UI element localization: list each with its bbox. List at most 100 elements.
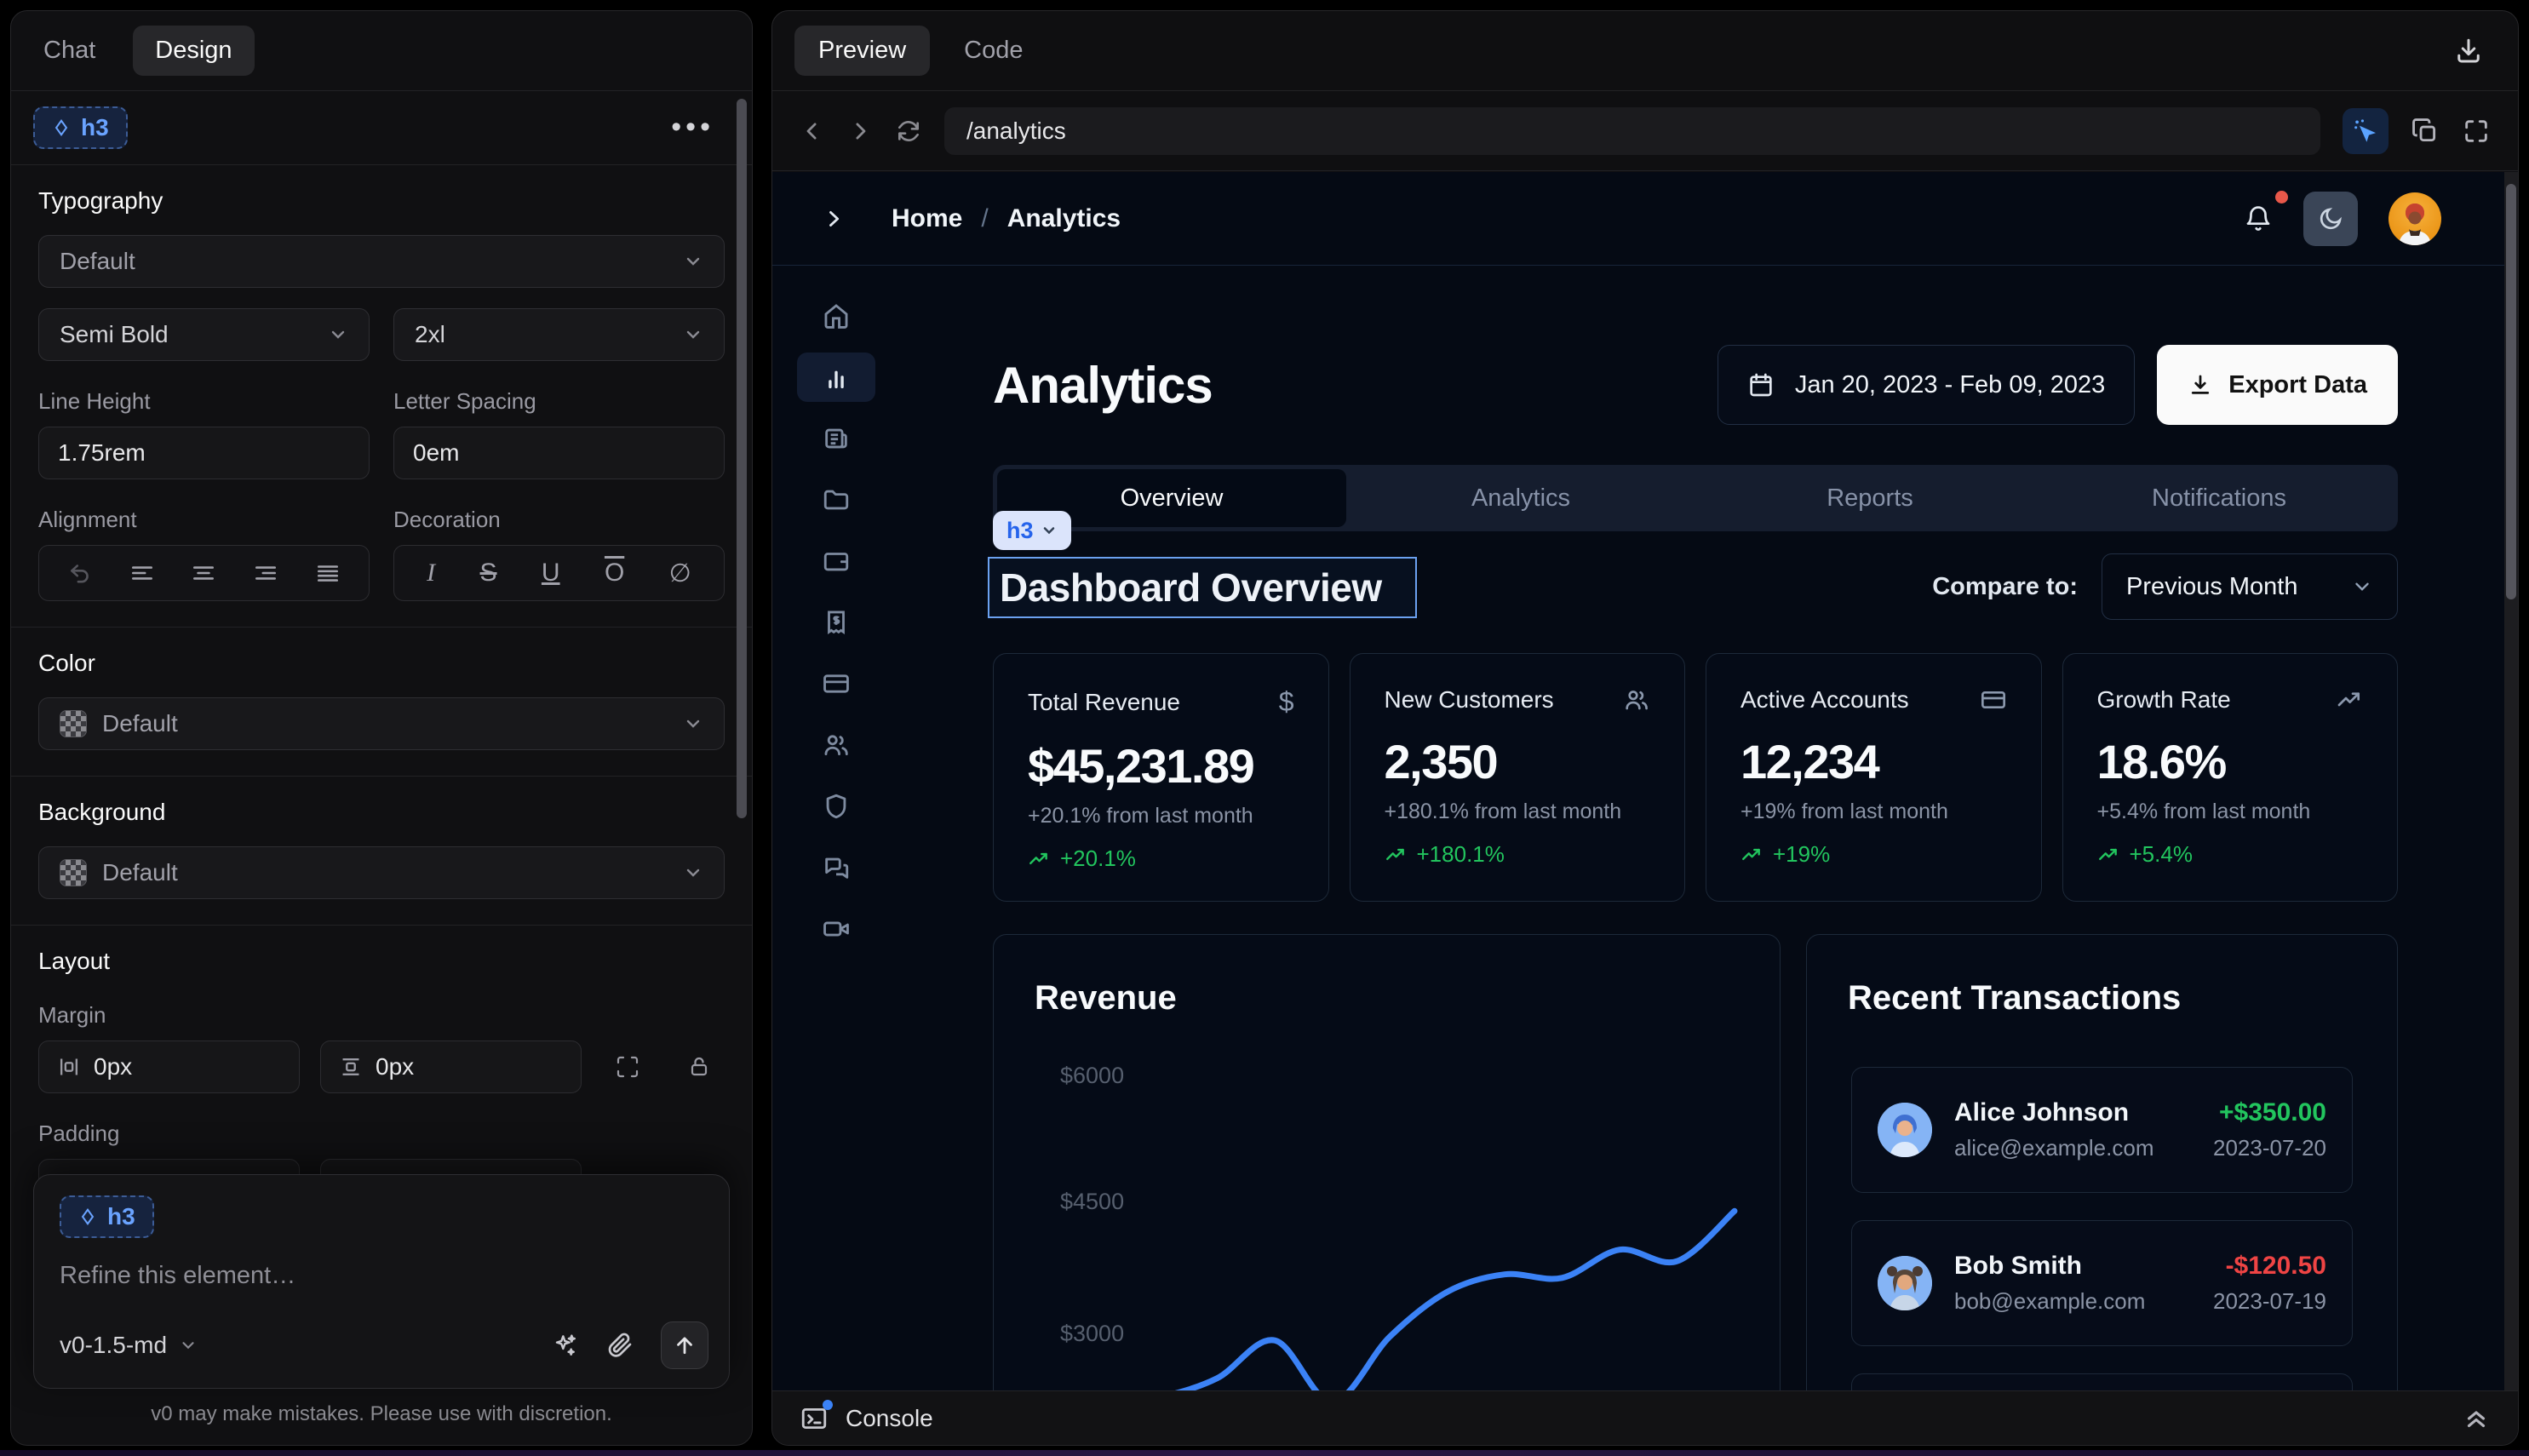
lock-margins-icon[interactable] — [674, 1054, 725, 1080]
refine-composer: h3 Refine this element… v0-1.5-md — [33, 1174, 730, 1389]
console-bar[interactable]: Console — [772, 1390, 2518, 1445]
invoice-icon[interactable] — [822, 424, 851, 453]
sidebar-scrollbar[interactable] — [737, 99, 747, 818]
strikethrough-icon[interactable]: S — [480, 559, 497, 588]
align-center-icon[interactable] — [191, 560, 216, 586]
folder-icon[interactable] — [822, 485, 851, 514]
tab-notifications[interactable]: Notifications — [2044, 469, 2394, 527]
receipt-dollar-icon[interactable] — [822, 608, 851, 637]
dashboard-sidenav — [772, 266, 900, 943]
background-select[interactable]: Default — [38, 846, 725, 899]
align-left-icon[interactable] — [129, 560, 155, 586]
align-right-icon[interactable] — [253, 560, 278, 586]
preview-tabbar: Preview Code — [772, 11, 2518, 91]
letter-spacing-input[interactable]: 0em — [393, 427, 725, 479]
chevron-down-icon — [2351, 576, 2373, 598]
more-options-icon[interactable]: ••• — [671, 122, 714, 134]
chevron-down-icon — [683, 251, 703, 272]
composer-input[interactable]: Refine this element… — [60, 1262, 703, 1290]
composer-element-chip[interactable]: h3 — [60, 1195, 154, 1238]
paperclip-icon[interactable] — [606, 1332, 634, 1359]
url-input[interactable]: /analytics — [944, 107, 2320, 155]
download-icon[interactable] — [2453, 36, 2496, 66]
messages-icon[interactable] — [822, 853, 851, 882]
avatar — [1878, 1103, 1932, 1157]
tab-reports[interactable]: Reports — [1695, 469, 2044, 527]
color-title: Color — [38, 650, 725, 677]
undo-icon[interactable] — [67, 560, 93, 586]
dashboard-main: Analytics Jan 20, 2023 - Feb 09, 2023 Ex… — [993, 266, 2398, 1390]
charts-row: Revenue $6000 $4500 $3000 Recent Transac… — [993, 934, 2398, 1390]
tab-analytics[interactable]: Analytics — [1346, 469, 1695, 527]
console-badge — [823, 1400, 833, 1410]
section-heading: Dashboard Overview — [1000, 565, 1382, 610]
transaction-row[interactable]: Bob Smith bob@example.com -$120.50 2023-… — [1851, 1220, 2353, 1346]
avatar — [1878, 1256, 1932, 1310]
submit-button[interactable] — [661, 1321, 708, 1369]
back-icon[interactable] — [800, 118, 825, 144]
font-family-select[interactable]: Default — [38, 235, 725, 288]
credit-card-icon[interactable] — [822, 669, 851, 698]
wallet-icon[interactable] — [822, 547, 851, 576]
italic-icon[interactable]: I — [427, 559, 435, 588]
video-icon[interactable] — [822, 914, 851, 943]
export-data-button[interactable]: Export Data — [2157, 345, 2398, 425]
element-tag-pill[interactable]: h3 — [993, 511, 1071, 550]
tab-design[interactable]: Design — [133, 26, 254, 76]
chevrons-up-icon[interactable] — [2462, 1404, 2491, 1433]
notifications-bell-icon[interactable] — [2244, 204, 2273, 233]
theme-toggle-button[interactable] — [2303, 192, 2358, 246]
margin-x-icon — [58, 1056, 80, 1078]
transaction-row[interactable]: Alice Johnson alice@example.com +$350.00… — [1851, 1067, 2353, 1193]
sparkles-icon[interactable] — [552, 1332, 579, 1359]
chevron-down-icon — [683, 324, 703, 345]
breadcrumb-home[interactable]: Home — [892, 204, 962, 233]
users-icon[interactable] — [822, 731, 851, 760]
color-select[interactable]: Default — [38, 697, 725, 750]
compare-select[interactable]: Previous Month — [2102, 553, 2398, 620]
date-range-button[interactable]: Jan 20, 2023 - Feb 09, 2023 — [1718, 345, 2135, 425]
select-element-tool-icon[interactable] — [2343, 108, 2388, 154]
sidebar-toggle-icon[interactable] — [822, 207, 846, 231]
background-title: Background — [38, 799, 725, 826]
copy-icon[interactable] — [2411, 117, 2440, 146]
margin-y-input[interactable]: 0px — [320, 1040, 582, 1093]
selected-element-outline[interactable]: Dashboard Overview — [988, 557, 1417, 618]
analytics-nav-selected[interactable] — [797, 353, 875, 402]
overline-icon[interactable]: O — [605, 559, 624, 588]
decoration-toolbar: I S U O ∅ — [393, 545, 725, 601]
diamond-icon — [52, 118, 71, 137]
design-sidebar: Chat Design h3 ••• Typography Default Se… — [10, 10, 753, 1446]
diamond-icon — [78, 1207, 97, 1226]
refresh-icon[interactable] — [895, 118, 922, 145]
model-select[interactable]: v0-1.5-md — [60, 1332, 198, 1359]
underline-icon[interactable]: U — [542, 559, 560, 588]
font-size-select[interactable]: 2xl — [393, 308, 725, 361]
forward-icon[interactable] — [847, 118, 873, 144]
transaction-row-partial[interactable] — [1851, 1373, 2353, 1390]
tab-preview[interactable]: Preview — [794, 26, 930, 76]
no-decoration-icon[interactable]: ∅ — [669, 559, 691, 588]
expand-margins-icon[interactable] — [602, 1054, 653, 1080]
fullscreen-icon[interactable] — [2462, 117, 2491, 146]
line-height-input[interactable]: 1.75rem — [38, 427, 370, 479]
tab-code[interactable]: Code — [964, 37, 1023, 65]
alignment-toolbar — [38, 545, 370, 601]
decoration-label: Decoration — [393, 507, 725, 533]
shield-icon[interactable] — [822, 792, 851, 821]
margin-x-input[interactable]: 0px — [38, 1040, 300, 1093]
transparent-swatch-icon — [60, 859, 87, 886]
selected-element-chip[interactable]: h3 — [33, 106, 128, 149]
home-icon[interactable] — [822, 301, 851, 330]
preview-scrollbar-thumb[interactable] — [2506, 184, 2516, 599]
user-avatar[interactable] — [2388, 192, 2441, 245]
v0-app-window: Chat Design h3 ••• Typography Default Se… — [0, 0, 2529, 1456]
align-justify-icon[interactable] — [315, 560, 341, 586]
letter-spacing-label: Letter Spacing — [393, 388, 725, 415]
sidebar-tabbar: Chat Design — [11, 11, 752, 91]
color-section: Color Default — [11, 628, 752, 777]
transparent-swatch-icon — [60, 710, 87, 737]
font-weight-select[interactable]: Semi Bold — [38, 308, 370, 361]
selected-element-row: h3 ••• — [11, 91, 752, 165]
tab-chat[interactable]: Chat — [43, 37, 95, 65]
